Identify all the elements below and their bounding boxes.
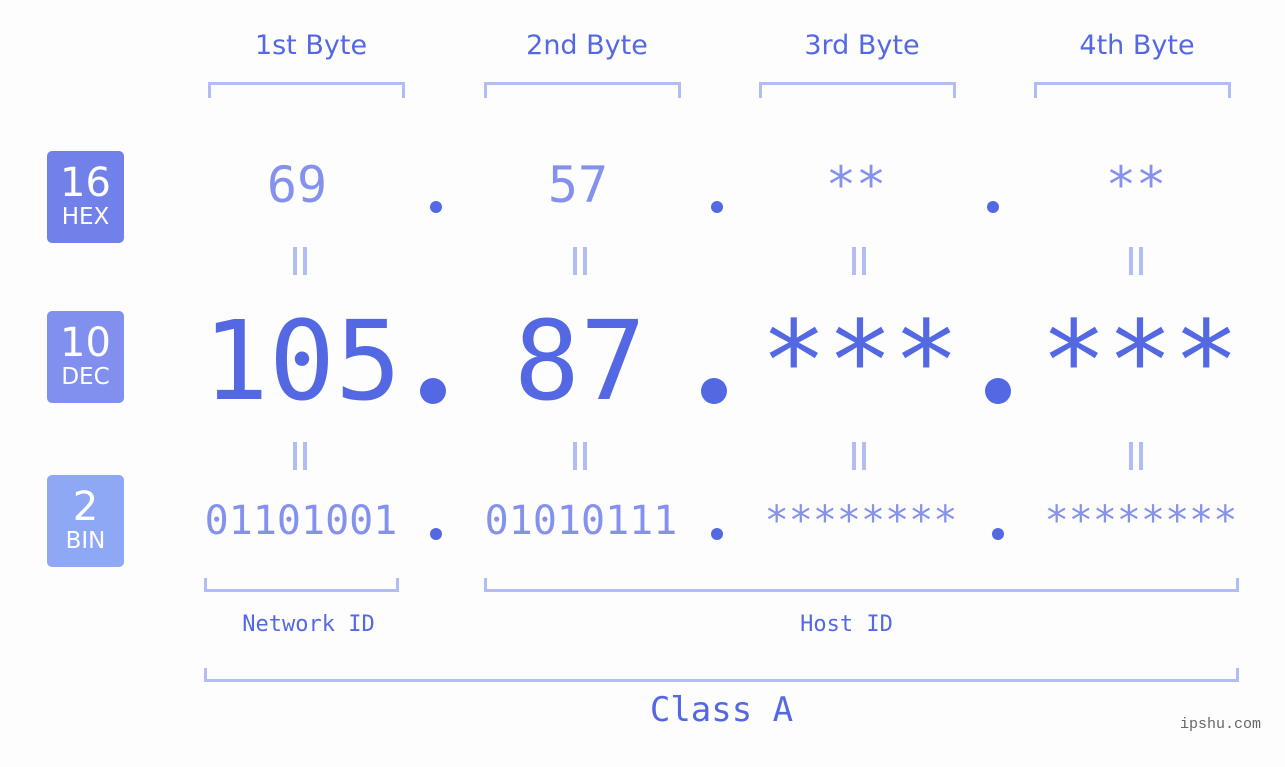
equals-icon [290, 247, 310, 275]
hex-octet-4: ** [1105, 156, 1167, 214]
byte-bracket-3 [759, 82, 956, 98]
byte-bracket-1 [208, 82, 405, 98]
watermark: ipshu.com [1180, 716, 1262, 733]
hex-separator-dot-2 [711, 201, 723, 213]
equals-icon [849, 247, 869, 275]
bin-separator-dot-3 [992, 528, 1004, 540]
equals-icon [1126, 247, 1146, 275]
dec-octet-2: 87 [513, 297, 647, 425]
dec-base-badge: 10 DEC [47, 311, 124, 403]
byte-header-4: 4th Byte [1079, 30, 1195, 61]
bin-octet-3: ******** [764, 498, 958, 544]
class-bracket [204, 668, 1239, 682]
dec-separator-dot-3 [985, 378, 1011, 404]
equals-icon [290, 442, 310, 470]
bin-separator-dot-1 [430, 528, 442, 540]
dec-octet-1: 105 [202, 297, 402, 425]
byte-header-1: 1st Byte [254, 30, 368, 61]
network-id-label: Network ID [242, 612, 375, 637]
host-id-bracket [484, 578, 1239, 592]
bin-octet-1: 01101001 [204, 498, 398, 544]
byte-header-2: 2nd Byte [526, 30, 648, 61]
hex-base-badge: 16 HEX [47, 151, 124, 243]
dec-octet-4: *** [1040, 297, 1240, 425]
bin-separator-dot-2 [711, 528, 723, 540]
bin-octet-2: 01010111 [484, 498, 678, 544]
byte-bracket-4 [1034, 82, 1231, 98]
hex-separator-dot-3 [987, 201, 999, 213]
equals-icon [570, 247, 590, 275]
dec-base-label: DEC [61, 364, 110, 390]
hex-octet-1: 69 [266, 156, 328, 214]
hex-octet-3: ** [825, 156, 887, 214]
bin-octet-4: ******** [1044, 498, 1238, 544]
byte-bracket-2 [484, 82, 681, 98]
hex-base-number: 16 [60, 160, 111, 206]
dec-octet-3: *** [760, 297, 960, 425]
equals-icon [570, 442, 590, 470]
bin-base-label: BIN [65, 528, 106, 554]
bin-base-badge: 2 BIN [47, 475, 124, 567]
network-id-bracket [204, 578, 399, 592]
dec-base-number: 10 [60, 320, 111, 366]
dec-separator-dot-1 [420, 378, 446, 404]
host-id-label: Host ID [800, 612, 893, 637]
equals-icon [1126, 442, 1146, 470]
bin-base-number: 2 [72, 484, 99, 530]
byte-header-3: 3rd Byte [804, 30, 920, 61]
hex-octet-2: 57 [547, 156, 609, 214]
hex-separator-dot-1 [430, 201, 442, 213]
dec-separator-dot-2 [701, 378, 727, 404]
hex-base-label: HEX [61, 204, 110, 230]
equals-icon [849, 442, 869, 470]
class-label: Class A [649, 690, 794, 730]
